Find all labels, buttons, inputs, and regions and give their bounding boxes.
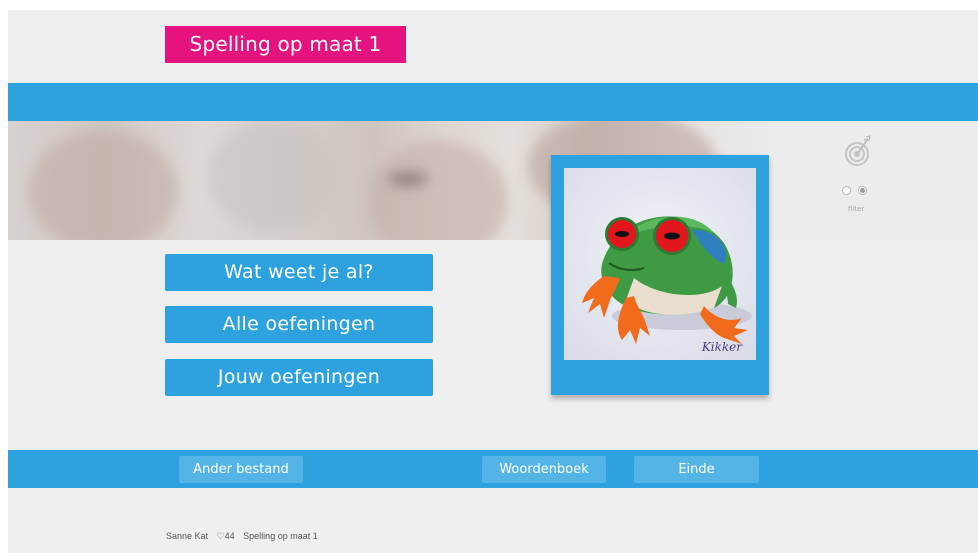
end-button[interactable]: Einde <box>634 456 759 483</box>
header-band <box>8 83 978 121</box>
course-name: Spelling op maat 1 <box>243 531 318 541</box>
other-file-button[interactable]: Ander bestand <box>179 456 303 483</box>
filter-radio-on[interactable] <box>858 186 867 195</box>
filter-label: filter <box>848 205 865 213</box>
word-card: Kikker <box>551 155 769 395</box>
frog-illustration <box>564 168 756 360</box>
dictionary-button[interactable]: Woordenboek <box>482 456 606 483</box>
filter-tools: filter <box>838 135 878 215</box>
filter-radio-off[interactable] <box>842 186 851 195</box>
frog-image: Kikker <box>564 168 756 360</box>
banner-photo <box>8 121 978 240</box>
heart-icon: ♡ <box>216 531 225 541</box>
menu-button-what-you-know[interactable]: Wat weet je al? <box>165 254 433 291</box>
target-icon[interactable] <box>844 135 872 167</box>
menu-button-your-exercises[interactable]: Jouw oefeningen <box>165 359 433 396</box>
card-caption: Kikker <box>701 340 742 354</box>
score-count: 44 <box>224 531 235 541</box>
menu-button-all-exercises[interactable]: Alle oefeningen <box>165 306 433 343</box>
page-title: Spelling op maat 1 <box>165 26 406 63</box>
user-name: Sanne Kat <box>166 531 209 541</box>
status-footer: Sanne Kat ♡44 Spelling op maat 1 <box>166 531 324 542</box>
